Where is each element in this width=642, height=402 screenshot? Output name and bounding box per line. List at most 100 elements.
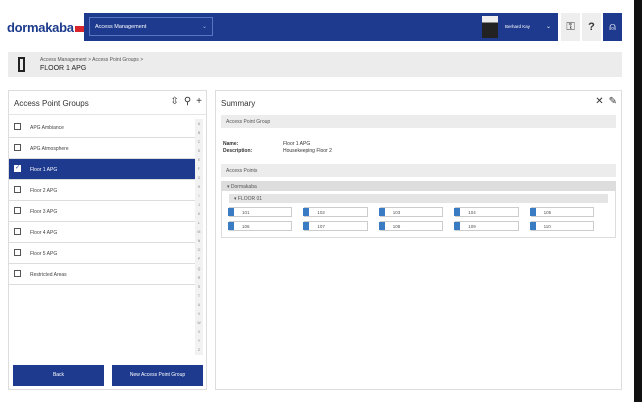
access-point-label: 106: [242, 224, 250, 229]
close-icon[interactable]: ✕: [595, 96, 603, 107]
alphabet-letter[interactable]: F: [195, 167, 203, 171]
alphabet-index[interactable]: A B C D E F G H I J K L M N O P Q R S T U V W X Y Z: [195, 119, 203, 355]
access-point-label: 105: [543, 210, 552, 215]
list-item-label: Floor 4 APG: [30, 230, 58, 236]
list-item[interactable]: Floor 2 APG: [9, 180, 195, 201]
alphabet-letter[interactable]: D: [195, 149, 203, 153]
edit-icon[interactable]: ✎: [609, 96, 617, 107]
access-point-label: 103: [392, 210, 401, 215]
access-point[interactable]: 108: [378, 221, 444, 231]
notification-icon[interactable]: ⍝: [603, 13, 622, 41]
alphabet-letter[interactable]: J: [195, 203, 203, 207]
checkbox[interactable]: [14, 249, 21, 256]
alphabet-letter[interactable]: V: [195, 312, 203, 316]
alphabet-letter[interactable]: L: [195, 221, 203, 225]
door-icon: [18, 57, 25, 72]
access-point-groups-panel: Access Point Groups ⇳ ⚲ + APG Ambiance APG …: [8, 90, 207, 390]
access-point-label: 107: [317, 224, 325, 229]
door-icon: [228, 222, 234, 230]
sort-icon[interactable]: ⇳: [170, 96, 178, 107]
access-point[interactable]: 104: [454, 207, 519, 217]
breadcrumb-path[interactable]: Access Management > Access Point Groups …: [40, 57, 143, 63]
alphabet-letter[interactable]: Q: [195, 267, 203, 271]
alphabet-letter[interactable]: X: [195, 330, 203, 334]
help-icon[interactable]: ?: [582, 13, 601, 41]
app-select[interactable]: Access Management ⌄: [89, 17, 213, 36]
checkbox[interactable]: [14, 207, 21, 214]
name-value: Floor 1 APG: [283, 141, 311, 147]
back-button[interactable]: Back: [13, 365, 104, 386]
alphabet-letter[interactable]: E: [195, 158, 203, 162]
list-item[interactable]: APG Atmosphere: [9, 138, 195, 159]
alphabet-letter[interactable]: Z: [195, 348, 203, 352]
breadcrumb: Access Management > Access Point Groups …: [8, 52, 622, 77]
page-title: FLOOR 1 APG: [40, 65, 87, 72]
access-point[interactable]: 106: [228, 221, 293, 231]
avatar[interactable]: [482, 16, 498, 38]
floor-header[interactable]: ▾ FLOOR 01: [229, 194, 608, 203]
alphabet-letter[interactable]: R: [195, 276, 203, 280]
alphabet-letter[interactable]: H: [195, 185, 203, 189]
alphabet-letter[interactable]: K: [195, 212, 203, 216]
alphabet-letter[interactable]: O: [195, 248, 203, 252]
access-point[interactable]: 102: [303, 207, 368, 217]
checkbox[interactable]: [14, 123, 21, 130]
points-section-header: Access Points: [221, 164, 616, 177]
alphabet-letter[interactable]: G: [195, 176, 203, 180]
site-header[interactable]: ▾ Dormakaba: [222, 182, 615, 191]
user-menu-chevron-icon[interactable]: ⌄: [546, 23, 551, 30]
window-edge: [634, 0, 642, 402]
alphabet-letter[interactable]: I: [195, 194, 203, 198]
dormakaba-logo: dormakaba: [7, 20, 85, 35]
list-item[interactable]: ✓ Floor 1 APG: [9, 159, 195, 180]
access-point[interactable]: 105: [529, 207, 594, 217]
alphabet-letter[interactable]: B: [195, 131, 203, 135]
alphabet-letter[interactable]: W: [195, 321, 203, 325]
alphabet-letter[interactable]: T: [195, 294, 203, 298]
access-point-label: 110: [543, 224, 551, 229]
checkbox[interactable]: [14, 186, 21, 193]
alphabet-letter[interactable]: M: [195, 230, 203, 234]
door-icon: [454, 222, 461, 230]
search-icon[interactable]: ⚲: [184, 96, 191, 107]
checkbox[interactable]: [14, 270, 21, 277]
list-item-label: Floor 1 APG: [30, 167, 58, 173]
description-label: Description:: [223, 148, 253, 154]
door-icon: [529, 222, 536, 230]
summary-title: Summary: [221, 99, 256, 108]
access-point[interactable]: 101: [228, 207, 293, 217]
access-point-label: 108: [392, 224, 401, 229]
checkbox[interactable]: [14, 144, 21, 151]
user-name[interactable]: Berhard Kay: [505, 24, 530, 29]
list-item-label: APG Ambiance: [30, 125, 64, 131]
list-item[interactable]: Floor 4 APG: [9, 222, 195, 243]
alphabet-letter[interactable]: C: [195, 140, 203, 144]
door-icon: [454, 208, 461, 216]
access-point[interactable]: 103: [378, 207, 444, 217]
list-item-label: APG Atmosphere: [30, 146, 69, 152]
alphabet-letter[interactable]: P: [195, 257, 203, 261]
new-access-point-group-button[interactable]: New Access Point Group: [112, 365, 203, 386]
list-item[interactable]: Floor 5 APG: [9, 243, 195, 264]
add-icon[interactable]: +: [196, 96, 202, 107]
list-item[interactable]: Restricted Areas: [9, 264, 195, 285]
door-icon: [303, 222, 310, 230]
group-section-header: Access Point Group: [221, 115, 616, 128]
checkbox[interactable]: ✓: [14, 165, 21, 172]
access-point[interactable]: 107: [303, 221, 368, 231]
checkbox[interactable]: [14, 228, 21, 235]
alphabet-letter[interactable]: U: [195, 303, 203, 307]
door-icon: [529, 208, 536, 216]
top-bar: Access Management ⌄ Berhard Kay ⌄: [84, 13, 558, 41]
floor-group: ▾ FLOOR 01 101 102 103 104 105 106 107 108 109 11…: [228, 194, 608, 231]
alphabet-letter[interactable]: A: [195, 122, 203, 126]
alphabet-letter[interactable]: N: [195, 239, 203, 243]
access-point[interactable]: 110: [529, 221, 594, 231]
access-point[interactable]: 109: [454, 221, 519, 231]
key-icon[interactable]: ⚿: [561, 13, 580, 41]
list-item[interactable]: Floor 3 APG: [9, 201, 195, 222]
alphabet-letter[interactable]: Y: [195, 339, 203, 343]
list-item[interactable]: APG Ambiance: [9, 117, 195, 138]
door-icon: [228, 208, 234, 216]
alphabet-letter[interactable]: S: [195, 285, 203, 289]
